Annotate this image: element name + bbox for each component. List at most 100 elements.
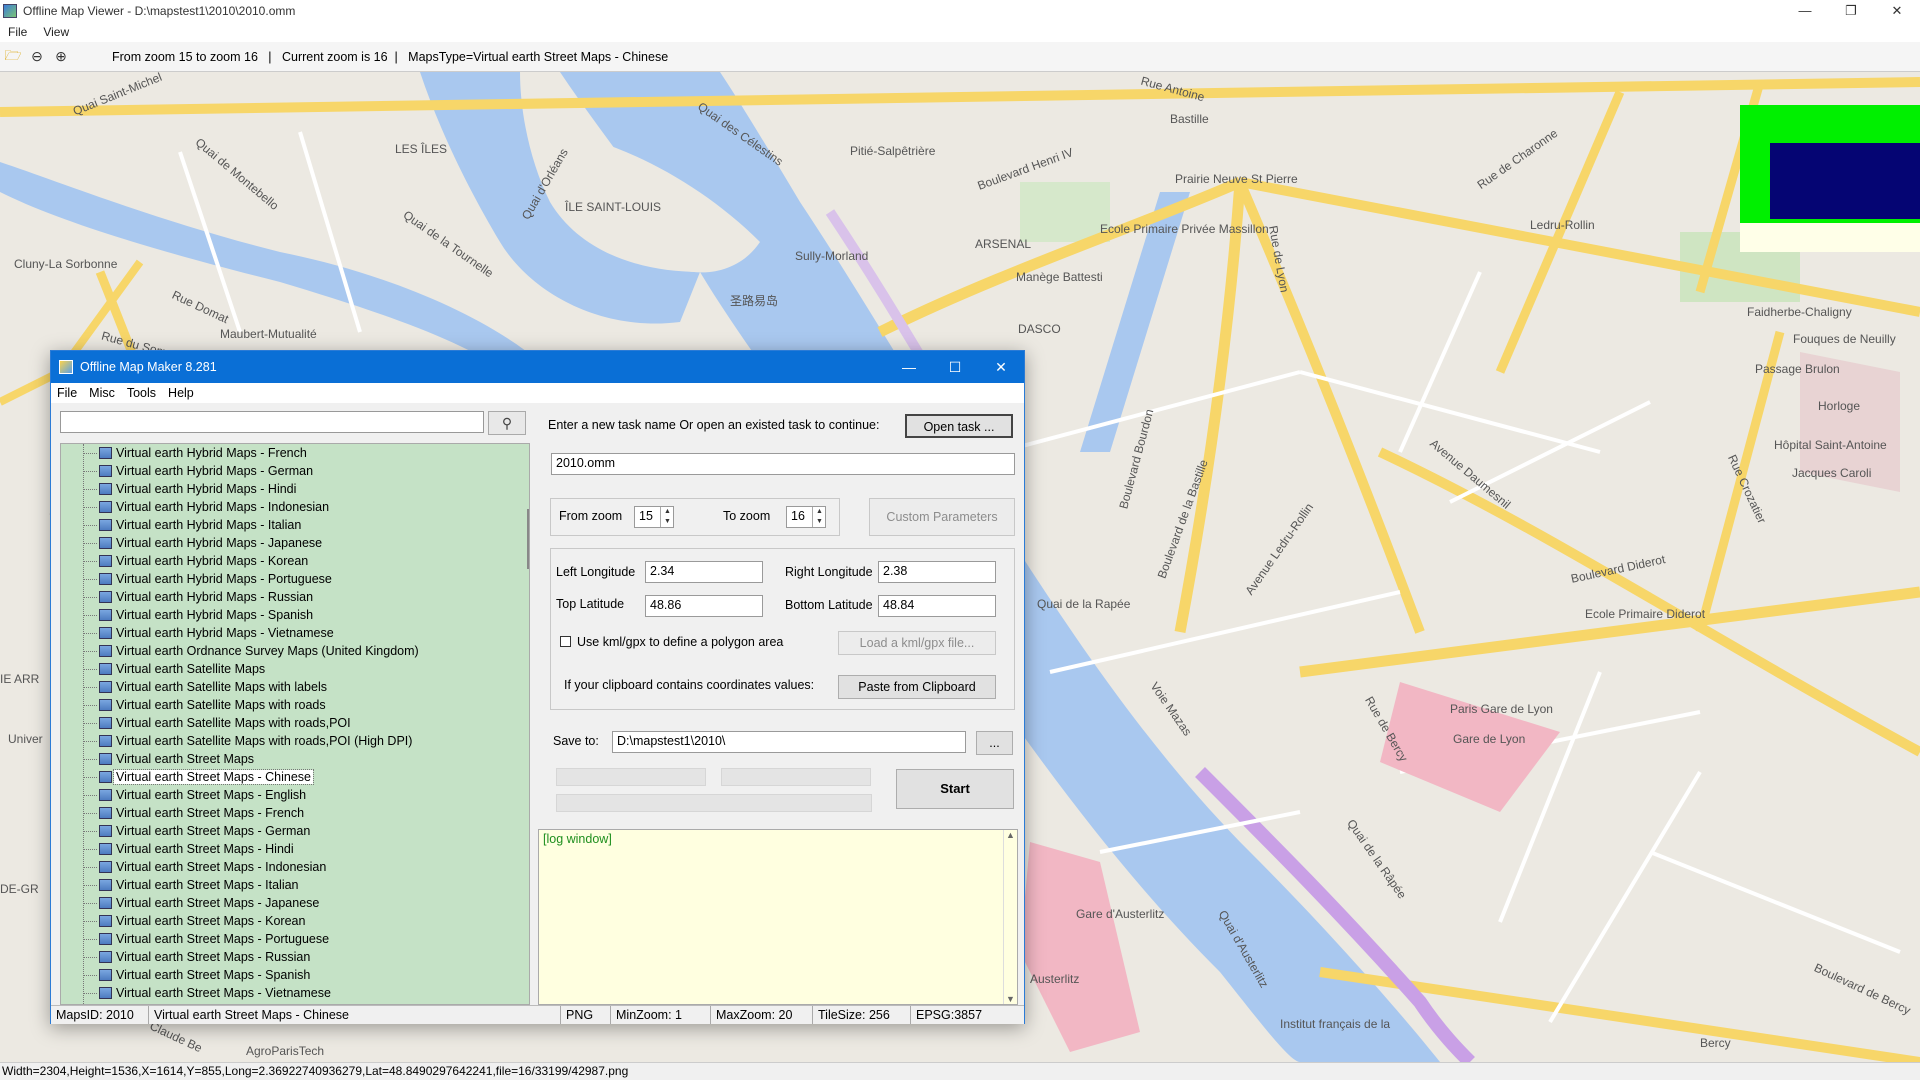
progress-bar-1	[556, 768, 706, 786]
dlg-menu-file[interactable]: File	[51, 386, 83, 400]
dlg-menu-help[interactable]: Help	[162, 386, 200, 400]
restore-icon[interactable]: ❐	[1828, 0, 1874, 22]
maptype-tree-item-label: Virtual earth Satellite Maps with labels	[116, 680, 327, 694]
maptype-tree-item-label: Virtual earth Street Maps - Russian	[116, 950, 311, 964]
zoom-out-icon[interactable]: ⊖	[26, 46, 48, 68]
viewer-titlebar: Offline Map Viewer - D:\mapstest1\2010\2…	[0, 0, 1920, 22]
status-minzoom: MinZoom: 1	[611, 1006, 711, 1024]
close-icon[interactable]: ✕	[1874, 0, 1920, 22]
maptype-tree-item[interactable]: Virtual earth Hybrid Maps - Japanese	[61, 534, 521, 552]
menu-view[interactable]: View	[35, 25, 77, 39]
maptype-tree-item[interactable]: Virtual earth Hybrid Maps - Portuguese	[61, 570, 521, 588]
maptype-tree-item[interactable]: Virtual earth Satellite Maps	[61, 660, 521, 678]
right-longitude-input[interactable]: 2.38	[878, 561, 996, 583]
from-zoom-spinner[interactable]: ▲ ▼	[660, 507, 674, 527]
status-maptype: Virtual earth Street Maps - Chinese	[149, 1006, 561, 1024]
maptype-tree-item-label: Virtual earth Hybrid Maps - Japanese	[116, 536, 323, 550]
dialog-menubar: File Misc Tools Help	[51, 383, 1024, 403]
maptype-tree-item[interactable]: Virtual earth Street Maps - Japanese	[61, 894, 521, 912]
maptype-tree-item[interactable]: Virtual earth Street Maps - German	[61, 822, 521, 840]
maptype-tree-item-label: Virtual earth Hybrid Maps - Spanish	[116, 608, 314, 622]
open-folder-icon[interactable]: 🗁	[2, 46, 24, 68]
maptype-tree-item[interactable]: Virtual earth Street Maps - Italian	[61, 876, 521, 894]
maptype-tree-item[interactable]: Virtual earth Street Maps - Russian	[61, 948, 521, 966]
tree-scrollbar[interactable]	[527, 509, 529, 569]
maptype-tree-item[interactable]: Virtual earth Street Maps - Korean	[61, 912, 521, 930]
maptype-tree-item[interactable]: Virtual earth Street Maps - Spanish	[61, 966, 521, 984]
search-button[interactable]: ⚲	[488, 411, 526, 435]
map-layer-icon	[99, 699, 112, 711]
maptype-tree-item[interactable]: Virtual earth Street Maps - Vietnamese	[61, 984, 521, 1002]
map-maker-dialog: Offline Map Maker 8.281 — ☐ ✕ File Misc …	[50, 350, 1025, 1024]
maptype-tree-item[interactable]: Virtual earth Satellite Maps with roads	[61, 696, 521, 714]
maptype-tree-item-label: Virtual earth Hybrid Maps - German	[116, 464, 314, 478]
maptype-tree-item-label: Virtual earth Street Maps - English	[116, 788, 307, 802]
map-layer-icon	[99, 825, 112, 837]
map-layer-icon	[99, 753, 112, 765]
maptype-search-input[interactable]	[60, 411, 484, 433]
load-kml-button[interactable]: Load a kml/gpx file...	[838, 631, 996, 655]
maptype-tree-item[interactable]: Virtual earth Satellite Maps with labels	[61, 678, 521, 696]
maptype-tree-item[interactable]: Virtual earth Street Maps - Hindi	[61, 840, 521, 858]
open-task-button[interactable]: Open task ...	[905, 414, 1013, 438]
dlg-menu-tools[interactable]: Tools	[121, 386, 162, 400]
minimize-icon[interactable]: —	[1782, 0, 1828, 22]
custom-parameters-button[interactable]: Custom Parameters	[869, 498, 1015, 536]
maptype-tree-item[interactable]: Virtual earth Hybrid Maps - Hindi	[61, 480, 521, 498]
to-zoom-spinner[interactable]: ▲ ▼	[812, 507, 826, 527]
maptype-tree-item-label: Virtual earth Hybrid Maps - Portuguese	[116, 572, 332, 586]
maptype-tree-item[interactable]: Virtual earth Hybrid Maps - Indonesian	[61, 498, 521, 516]
maptype-tree-item[interactable]: Virtual earth Satellite Maps with roads,…	[61, 714, 521, 732]
start-button[interactable]: Start	[896, 769, 1014, 809]
kml-checkbox[interactable]	[560, 636, 571, 647]
maptype-tree-item[interactable]: Virtual earth Satellite Maps with roads,…	[61, 732, 521, 750]
maptype-tree-item[interactable]: Virtual earth Street Maps - English	[61, 786, 521, 804]
dialog-close-icon[interactable]: ✕	[978, 351, 1024, 383]
map-label: Maubert-Mutualité	[220, 327, 317, 341]
dialog-minimize-icon[interactable]: —	[886, 351, 932, 383]
maptype-tree-item[interactable]: Virtual earth Street Maps	[61, 750, 521, 768]
map-layer-icon	[99, 717, 112, 729]
dialog-maximize-icon[interactable]: ☐	[932, 351, 978, 383]
preview-blue-area	[1770, 143, 1920, 219]
maptype-tree-item-label: Virtual earth Street Maps - German	[116, 824, 311, 838]
map-label: DASCO	[1018, 322, 1061, 336]
dlg-menu-misc[interactable]: Misc	[83, 386, 121, 400]
maptype-tree-item[interactable]: Virtual earth Street Maps - Chinese	[61, 768, 521, 786]
maptype-tree-item-label: Virtual earth Street Maps - French	[116, 806, 305, 820]
maptype-tree-item[interactable]: Virtual earth Hybrid Maps - French	[61, 444, 521, 462]
task-name-input[interactable]: 2010.omm	[551, 453, 1015, 475]
maptype-tree-item-label: Virtual earth Street Maps - Vietnamese	[116, 986, 331, 1000]
map-layer-icon	[99, 987, 112, 999]
log-window[interactable]: [log window] ▲ ▼	[538, 829, 1018, 1005]
top-latitude-input[interactable]: 48.86	[645, 595, 763, 617]
maptype-tree-item[interactable]: Virtual earth Hybrid Maps - Italian	[61, 516, 521, 534]
maptype-tree-item-label: Virtual earth Satellite Maps	[116, 662, 266, 676]
maptype-tree-item[interactable]: Virtual earth Hybrid Maps - Spanish	[61, 606, 521, 624]
paste-clipboard-button[interactable]: Paste from Clipboard	[838, 675, 996, 699]
map-label: Pitié-Salpêtrière	[850, 144, 936, 158]
maptype-tree-item[interactable]: Virtual earth Hybrid Maps - Vietnamese	[61, 624, 521, 642]
task-prompt: Enter a new task name Or open an existed…	[548, 418, 880, 432]
save-to-input[interactable]: D:\mapstest1\2010\	[612, 731, 966, 753]
map-layer-icon	[99, 897, 112, 909]
menu-file[interactable]: File	[0, 25, 35, 39]
maptype-tree-item[interactable]: Virtual earth Hybrid Maps - Korean	[61, 552, 521, 570]
map-label: Hôpital Saint-Antoine	[1774, 438, 1887, 452]
left-longitude-input[interactable]: 2.34	[645, 561, 763, 583]
maptype-tree-item[interactable]: Virtual earth Street Maps - Indonesian	[61, 858, 521, 876]
zoom-in-icon[interactable]: ⊕	[50, 46, 72, 68]
map-label: Ecole Primaire Diderot	[1585, 607, 1706, 621]
bottom-latitude-input[interactable]: 48.84	[878, 595, 996, 617]
browse-button[interactable]: ...	[976, 731, 1013, 755]
clipboard-label: If your clipboard contains coordinates v…	[564, 678, 815, 692]
maptype-tree-item[interactable]: Virtual earth Hybrid Maps - Russian	[61, 588, 521, 606]
maptype-tree-item[interactable]: Virtual earth Street Maps - French	[61, 804, 521, 822]
maptype-tree-item[interactable]: Virtual earth Street Maps - Portuguese	[61, 930, 521, 948]
log-scrollbar[interactable]: ▲ ▼	[1003, 830, 1017, 1004]
dialog-statusbar: MapsID: 2010 Virtual earth Street Maps -…	[51, 1005, 1024, 1024]
maptype-tree-item[interactable]: Virtual earth Hybrid Maps - German	[61, 462, 521, 480]
maptype-tree-item[interactable]: Virtual earth Ordnance Survey Maps (Unit…	[61, 642, 521, 660]
map-layer-icon	[99, 915, 112, 927]
maptype-tree[interactable]: Virtual earth Hybrid Maps - French Virtua…	[60, 443, 530, 1005]
